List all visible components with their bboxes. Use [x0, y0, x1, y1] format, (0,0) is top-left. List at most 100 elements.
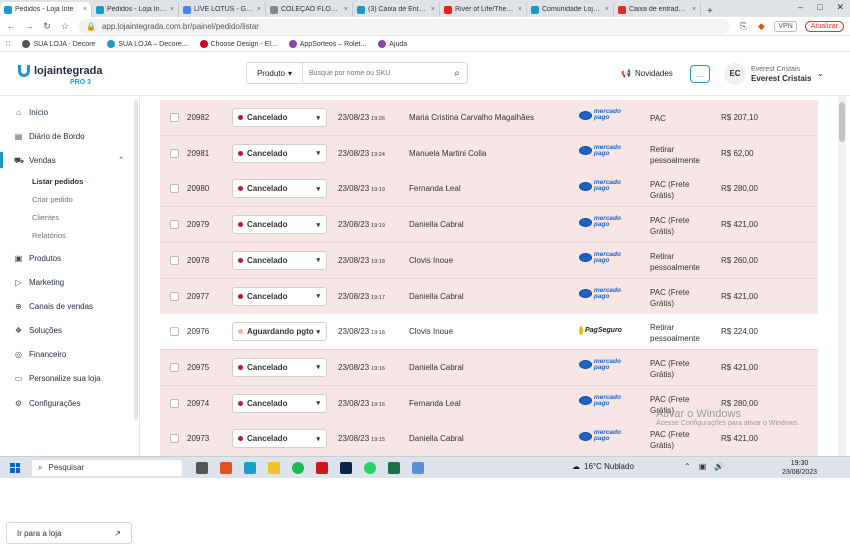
- clock[interactable]: 19:30 23/08/2023: [782, 459, 817, 477]
- search-icon[interactable]: ⌕: [447, 68, 467, 79]
- close-icon[interactable]: ×: [692, 6, 696, 13]
- acrobat-icon[interactable]: [316, 461, 328, 474]
- row-checkbox[interactable]: [170, 398, 179, 408]
- table-row[interactable]: 20978 Cancelado ▾ 23/08/23 19:18 Clovis Inoue…: [160, 242, 818, 279]
- maximize-icon[interactable]: □: [817, 2, 822, 13]
- client-name[interactable]: Maria Cristina Carvalho Magalhães: [409, 113, 534, 122]
- back-icon[interactable]: ←: [6, 21, 16, 31]
- sidebar-item-canais-de-vendas[interactable]: ⊕ Canais de vendas: [0, 298, 140, 314]
- status-select[interactable]: Cancelado ▾: [232, 179, 327, 199]
- table-row[interactable]: 20975 Cancelado ▾ 23/08/23 19:16 Daniella Cab…: [160, 349, 818, 386]
- row-checkbox[interactable]: [170, 327, 179, 337]
- share-icon[interactable]: ⎘: [738, 21, 748, 32]
- order-number[interactable]: 20980: [187, 184, 209, 193]
- browser-tab[interactable]: Pedidos - Loja Integra×: [92, 2, 179, 17]
- close-icon[interactable]: ×: [605, 6, 609, 13]
- sidebar-item-di-rio-de-bordo[interactable]: ▤ Diário de Bordo: [0, 128, 140, 144]
- bookmark-item[interactable]: SUA LOJA - Decore: [22, 39, 95, 48]
- logo[interactable]: lojaintegrada PRO 3: [18, 65, 102, 86]
- sidebar-scrollbar[interactable]: [134, 100, 138, 420]
- close-icon[interactable]: ×: [431, 6, 435, 13]
- close-icon[interactable]: ×: [170, 6, 174, 13]
- order-number[interactable]: 20982: [187, 113, 209, 122]
- volume-icon[interactable]: 🔊: [714, 462, 724, 471]
- close-icon[interactable]: ×: [83, 6, 87, 13]
- close-window-icon[interactable]: ✕: [836, 2, 844, 13]
- bookmark-item[interactable]: AppSorteos – Rolet...: [288, 39, 366, 48]
- news-button[interactable]: 📢 Novidades: [621, 69, 673, 78]
- sidebar-subitem[interactable]: Listar pedidos: [32, 177, 83, 186]
- sidebar-item-personalize-sua-loja[interactable]: ▭ Personalize sua loja: [0, 370, 140, 386]
- table-row[interactable]: 20979 Cancelado ▾ 23/08/23 19:19 Daniella Cab…: [160, 207, 818, 244]
- sidebar-subitem[interactable]: Clientes: [32, 213, 59, 222]
- client-name[interactable]: Daniella Cabral: [409, 220, 464, 229]
- windows-start-icon[interactable]: [10, 462, 20, 473]
- sidebar-item-in-cio[interactable]: ⌂ Início: [0, 104, 140, 120]
- status-select[interactable]: Cancelado ▾: [232, 250, 327, 270]
- chevron-up-icon[interactable]: ⌃: [684, 462, 691, 471]
- client-name[interactable]: Fernanda Leal: [409, 184, 461, 193]
- new-tab-icon[interactable]: +: [701, 6, 719, 17]
- brave-shield-icon[interactable]: ◆: [756, 21, 766, 32]
- browser-tab[interactable]: LIVE LÓTUS - Google D×: [179, 2, 266, 17]
- order-number[interactable]: 20977: [187, 292, 209, 301]
- browser-tab[interactable]: (3) Caixa de Entrada ×: [353, 2, 440, 17]
- browser-tab[interactable]: COLEÇÃO FLOR DE LÓ×: [266, 2, 353, 17]
- bookmark-item[interactable]: Ajuda: [378, 39, 407, 48]
- brave-icon[interactable]: [220, 461, 232, 474]
- client-name[interactable]: Daniella Cabral: [409, 363, 464, 372]
- sidebar-item-marketing[interactable]: ▷ Marketing: [0, 274, 140, 290]
- row-checkbox[interactable]: [170, 434, 179, 444]
- order-number[interactable]: 20974: [187, 399, 209, 408]
- weather-widget[interactable]: ☁ 16°C Nublado: [572, 462, 634, 471]
- client-name[interactable]: Daniella Cabral: [409, 434, 464, 443]
- sidebar-subitem[interactable]: Relatórios: [32, 231, 66, 240]
- scrollbar-thumb[interactable]: [839, 102, 845, 142]
- table-row[interactable]: 20976 Aguardando pgto ▾ 23/08/23 19:16 Clovis…: [160, 314, 818, 351]
- spotify-icon[interactable]: [292, 461, 304, 474]
- order-number[interactable]: 20973: [187, 434, 209, 443]
- sidebar-item-produtos[interactable]: ▣ Produtos: [0, 250, 140, 266]
- browser-tab[interactable]: Caixa de entrada (11.4×: [614, 2, 701, 17]
- reload-icon[interactable]: ↻: [42, 21, 52, 32]
- bookmark-item[interactable]: SUA LOJA – Decore...: [107, 39, 188, 48]
- row-checkbox[interactable]: [170, 255, 179, 265]
- browser-tab[interactable]: Pedidos - Loja Inte ×: [0, 2, 92, 17]
- status-select[interactable]: Aguardando pgto ▾: [232, 322, 327, 342]
- status-select[interactable]: Cancelado ▾: [232, 429, 327, 449]
- table-row[interactable]: 20977 Cancelado ▾ 23/08/23 19:17 Daniella Cab…: [160, 278, 818, 315]
- table-row[interactable]: 20981 Cancelado ▾ 23/08/23 19:24 Manuela Mart…: [160, 135, 818, 172]
- sidebar-item-solu-es[interactable]: ❖ Soluções: [0, 322, 140, 338]
- chat-icon[interactable]: …: [690, 65, 710, 83]
- status-select[interactable]: Cancelado ▾: [232, 143, 327, 163]
- row-checkbox[interactable]: [170, 113, 179, 122]
- apps-grid-icon[interactable]: ∷: [6, 40, 10, 48]
- order-number[interactable]: 20975: [187, 363, 209, 372]
- photoshop-icon[interactable]: [340, 461, 352, 474]
- order-number[interactable]: 20981: [187, 149, 209, 158]
- vpn-button[interactable]: VPN: [774, 20, 797, 32]
- task-view-icon[interactable]: [196, 461, 208, 474]
- file-explorer-icon[interactable]: [268, 461, 280, 474]
- close-icon[interactable]: ×: [518, 6, 522, 13]
- bookmark-item[interactable]: Choose Design - El...: [199, 39, 277, 48]
- bookmark-icon[interactable]: ☆: [60, 21, 70, 32]
- sidebar-item-configura-es[interactable]: ⚙ Configurações: [0, 395, 140, 411]
- update-button[interactable]: Atualizar: [804, 20, 844, 32]
- row-checkbox[interactable]: [170, 184, 179, 194]
- status-select[interactable]: Cancelado ▾: [232, 108, 327, 127]
- status-select[interactable]: Cancelado ▾: [232, 215, 327, 235]
- close-icon[interactable]: ×: [344, 6, 348, 13]
- client-name[interactable]: Clovis Inoue: [409, 327, 453, 336]
- user-menu[interactable]: Everest Cristais Everest Cristais ⌄: [751, 65, 824, 83]
- row-checkbox[interactable]: [170, 291, 179, 301]
- search-scope-select[interactable]: Produto ▾: [247, 63, 303, 83]
- table-row[interactable]: 20982 Cancelado ▾ 23/08/23 19:26 Maria Cristi…: [160, 100, 818, 136]
- order-number[interactable]: 20979: [187, 220, 209, 229]
- forward-icon[interactable]: →: [24, 21, 34, 31]
- sidebar-subitem[interactable]: Criar pedido: [32, 195, 73, 204]
- row-checkbox[interactable]: [170, 220, 179, 230]
- client-name[interactable]: Daniella Cabral: [409, 292, 464, 301]
- whatsapp-icon[interactable]: [364, 461, 376, 474]
- page-scrollbar[interactable]: [838, 96, 846, 456]
